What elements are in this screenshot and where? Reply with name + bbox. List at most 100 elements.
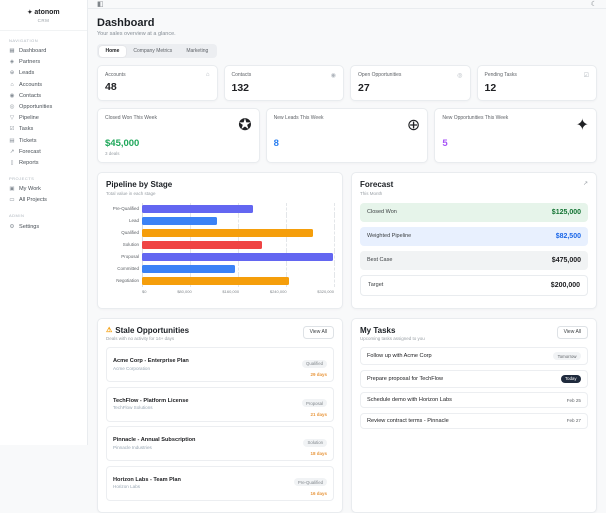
tab[interactable]: Home <box>99 46 127 57</box>
forecast-row-label: Target <box>368 282 383 288</box>
stale-subtitle: Deals with no activity for 14+ days <box>106 336 189 341</box>
sidebar-item-icon: ▽ <box>9 115 15 121</box>
sidebar-section: Navigation ▦ Dashboard ◈ Partners <box>0 38 87 169</box>
stale-view-all-button[interactable]: View All <box>303 326 334 339</box>
chart-category-label: Negotiation <box>106 278 142 283</box>
sidebar-item[interactable]: ▯ Reports <box>0 157 87 168</box>
x-tick-label: $240,000 <box>270 289 287 294</box>
stale-list: Acme Corp - Enterprise Plan Acme Corpora… <box>106 347 334 501</box>
sidebar-item[interactable]: ▣ My Work <box>0 184 87 195</box>
sidebar-item[interactable]: ⌂ Accounts <box>0 79 87 90</box>
logo-icon: ✦ <box>27 9 32 16</box>
sidebar-item-icon: ▯ <box>9 160 15 166</box>
chart-track <box>142 215 334 227</box>
chart-gridline <box>334 227 335 239</box>
stage-badge: Solution <box>303 439 327 447</box>
sidebar-item-icon: ⚙ <box>9 224 15 230</box>
chart-row: Negotiation <box>106 275 334 287</box>
stat-value: 27 <box>358 82 463 94</box>
tasks-view-all-button[interactable]: View All <box>557 326 588 339</box>
stat-label: Accounts <box>105 72 126 78</box>
chart-gridline <box>286 263 287 275</box>
sidebar-item[interactable]: ▭ All Projects <box>0 195 87 206</box>
forecast-subtitle: This Month <box>360 191 393 196</box>
weekly-value: 8 <box>274 138 421 149</box>
task-due-badge: Feb 25 <box>567 398 581 403</box>
weekly-label: New Leads This Week <box>274 115 324 121</box>
theme-toggle-icon[interactable]: ☾ <box>591 0 597 8</box>
main-area: ◧ ☾ Dashboard Your sales overview at a g… <box>88 0 606 445</box>
forecast-row-label: Weighted Pipeline <box>367 233 411 239</box>
sidebar-item[interactable]: ▽ Pipeline <box>0 113 87 124</box>
stat-label: Contacts <box>232 72 252 78</box>
weekly-label: Closed Won This Week <box>105 115 157 121</box>
sidebar-item-label: Dashboard <box>19 48 46 54</box>
weekly-sub <box>442 151 589 156</box>
days-stale: 16 days <box>294 491 327 496</box>
sidebar-item[interactable]: ↗ Forecast <box>0 146 87 157</box>
chart-category-label: Proposal <box>106 254 142 259</box>
pipeline-title: Pipeline by Stage <box>106 180 334 189</box>
stat-icon: ◉ <box>331 72 336 79</box>
forecast-row: Closed Won $125,000 <box>360 203 588 222</box>
sidebar-item-icon: ▦ <box>9 48 15 54</box>
chart-track <box>142 227 334 239</box>
stat-icon: ⌂ <box>206 72 210 78</box>
forecast-panel: Forecast This Month ↗ Closed Won $125,00… <box>351 172 597 309</box>
chart-row: Lead <box>106 215 334 227</box>
task-list-item[interactable]: Follow up with Acme Corp Tomorrow <box>360 347 588 365</box>
task-title: Prepare proposal for TechFlow <box>367 376 443 382</box>
sidebar-item[interactable]: ◉ Contacts <box>0 90 87 101</box>
sidebar-item[interactable]: ⊕ Leads <box>0 68 87 79</box>
stage-badge: Pre-Qualified <box>294 478 327 486</box>
chart-category-label: Pre-Qualified <box>106 206 142 211</box>
weekly-sub <box>274 151 421 156</box>
task-title: Schedule demo with Horizon Labs <box>367 397 452 403</box>
logo: ✦ atonom CRM <box>0 7 87 31</box>
chart-gridline <box>334 203 335 215</box>
topbar: ◧ ☾ <box>88 0 606 9</box>
stale-list-item[interactable]: TechFlow - Platform License TechFlow Sol… <box>106 387 334 422</box>
stale-list-item[interactable]: Horizon Labs - Team Plan Horizon Labs Pr… <box>106 466 334 501</box>
sidebar-item[interactable]: ▦ Dashboard <box>0 46 87 57</box>
weekly-icon: ✦ <box>576 115 589 135</box>
stat-label: Open Opportunities <box>358 72 401 78</box>
stat-cards-row: Accounts ⌂ 48 Contacts ◉ 132 <box>97 65 597 101</box>
stale-list-item[interactable]: Acme Corp - Enterprise Plan Acme Corpora… <box>106 347 334 382</box>
sidebar-section-label: Projects <box>0 176 87 181</box>
sidebar-item[interactable]: ☑ Tasks <box>0 124 87 135</box>
stale-title: Stale Opportunities <box>115 326 189 335</box>
weekly-icon: ⊕ <box>407 115 420 135</box>
sidebar-item-label: Pipeline <box>19 115 39 121</box>
stale-list-item[interactable]: Pinnacle - Annual Subscription Pinnacle … <box>106 426 334 461</box>
chart-track <box>142 251 334 263</box>
chart-bar <box>142 265 235 273</box>
weekly-card: New Opportunities This Week ✦ 5 <box>434 108 597 163</box>
sidebar-item[interactable]: ◈ Partners <box>0 57 87 68</box>
x-tick-label: $80,000 <box>177 289 191 294</box>
task-list-item[interactable]: Review contract terms - Pinnacle Feb 27 <box>360 413 588 429</box>
logo-subtitle: CRM <box>4 18 83 23</box>
stat-card: Contacts ◉ 132 <box>224 65 345 101</box>
tab[interactable]: Marketing <box>179 46 215 57</box>
sidebar-item-label: Forecast <box>19 149 41 155</box>
task-title: Follow up with Acme Corp <box>367 353 432 359</box>
pipeline-subtitle: Total value in each stage <box>106 191 334 196</box>
sidebar-item-label: Contacts <box>19 93 41 99</box>
chart-track <box>142 275 334 287</box>
sidebar-section-label: Admin <box>0 213 87 218</box>
panel-toggle-icon[interactable]: ◧ <box>97 0 104 8</box>
chart-row: Proposal <box>106 251 334 263</box>
sidebar-item[interactable]: ▤ Tickets <box>0 135 87 146</box>
sidebar-item[interactable]: ◎ Opportunities <box>0 101 87 112</box>
chart-gridline <box>334 263 335 275</box>
pipeline-chart: Pre-QualifiedLeadQualifiedSolutionPropos… <box>106 203 334 294</box>
tab[interactable]: Company Metrics <box>126 46 179 57</box>
task-list-item[interactable]: Prepare proposal for TechFlow Today <box>360 370 588 388</box>
opportunity-company: TechFlow Solutions <box>113 405 188 410</box>
task-list-item[interactable]: Schedule demo with Horizon Labs Feb 25 <box>360 392 588 408</box>
chart-row: Qualified <box>106 227 334 239</box>
app-window: ✦ atonom CRM Navigation ▦ Dashboard <box>0 0 606 445</box>
sidebar-item[interactable]: ⚙ Settings <box>0 221 87 232</box>
weekly-value: $45,000 <box>105 138 252 149</box>
